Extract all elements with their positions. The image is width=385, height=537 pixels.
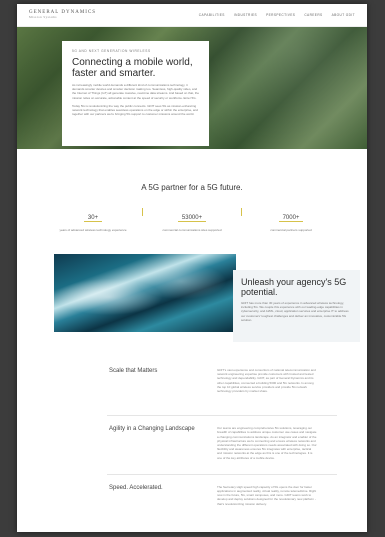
feature-title: Speed. Accelerated.	[109, 484, 163, 491]
unleash-body: GDIT has more than 30 years of experienc…	[241, 301, 349, 322]
hero-paragraph-2: Today 5G is revolutionizing the way the …	[72, 103, 198, 117]
hero-paragraph-1: As increasingly mobile world demands a d…	[72, 83, 200, 100]
feature-body: The Secretary High speed high capacity o…	[217, 484, 317, 506]
stat-divider	[241, 208, 242, 216]
feature-body: Our teams are engineering comprehensive …	[217, 426, 317, 460]
nav-link-perspectives[interactable]: PERSPECTIVES	[266, 13, 295, 17]
feature-speed: Speed. Accelerated. The Secretary High s…	[17, 485, 367, 506]
nav-link-industries[interactable]: INDUSTRIES	[234, 13, 257, 17]
unleash-section: Unleash your agency's 5G potential. GDIT…	[17, 254, 367, 354]
nav-link-capabilities[interactable]: CAPABILITIES	[199, 13, 225, 17]
stat-sites: 53000+ commercial communications sites s…	[157, 206, 227, 232]
nav-links: CAPABILITIES INDUSTRIES PERSPECTIVES CAR…	[199, 13, 355, 17]
stats-row: 30+ years of advanced wireless technolog…	[17, 206, 367, 232]
stat-number: 53000+	[177, 215, 207, 222]
stat-number: 30+	[83, 215, 103, 222]
nav-link-careers[interactable]: CAREERS	[304, 13, 322, 17]
stat-label: commercial communications sites supporte…	[162, 228, 222, 232]
stat-partners: 7000+ commercial partners supported	[256, 206, 326, 232]
feature-scale: Scale that Matters GDIT's vast experienc…	[17, 368, 367, 393]
logo[interactable]: GENERAL DYNAMICS Mission Systems	[29, 10, 96, 20]
hero-card: 5G AND NEXT GENERATION WIRELESS Connecti…	[62, 41, 209, 146]
top-nav: GENERAL DYNAMICS Mission Systems CAPABIL…	[17, 4, 367, 27]
hero-title: Connecting a mobile world, faster and sm…	[72, 57, 193, 79]
feature-title: Scale that Matters	[109, 368, 158, 374]
stat-divider	[142, 208, 143, 216]
ocean-wave-image	[54, 254, 236, 332]
logo-subtext: Mission Systems	[29, 15, 57, 19]
stat-label: years of advanced wireless technology ex…	[59, 228, 127, 232]
hero-eyebrow: 5G AND NEXT GENERATION WIRELESS	[72, 49, 151, 53]
stat-years: 30+ years of advanced wireless technolog…	[58, 206, 128, 232]
unleash-title: Unleash your agency's 5G potential.	[241, 277, 347, 297]
section-divider	[107, 473, 337, 475]
section-divider	[107, 415, 337, 417]
feature-title: Agility in a Changing Landscape	[109, 426, 195, 433]
stat-label: commercial partners supported	[270, 228, 312, 232]
stat-number: 7000+	[278, 215, 304, 222]
feature-agility: Agility in a Changing Landscape Our team…	[17, 426, 367, 460]
partner-heading: A 5G partner for a 5G future.	[141, 183, 243, 192]
hero-section: 5G AND NEXT GENERATION WIRELESS Connecti…	[17, 27, 367, 149]
nav-link-about[interactable]: ABOUT GDIT	[332, 13, 355, 17]
unleash-card: Unleash your agency's 5G potential. GDIT…	[233, 270, 360, 342]
feature-body: GDIT's vast experience and consortium of…	[217, 368, 316, 394]
page: GENERAL DYNAMICS Mission Systems CAPABIL…	[17, 4, 367, 532]
